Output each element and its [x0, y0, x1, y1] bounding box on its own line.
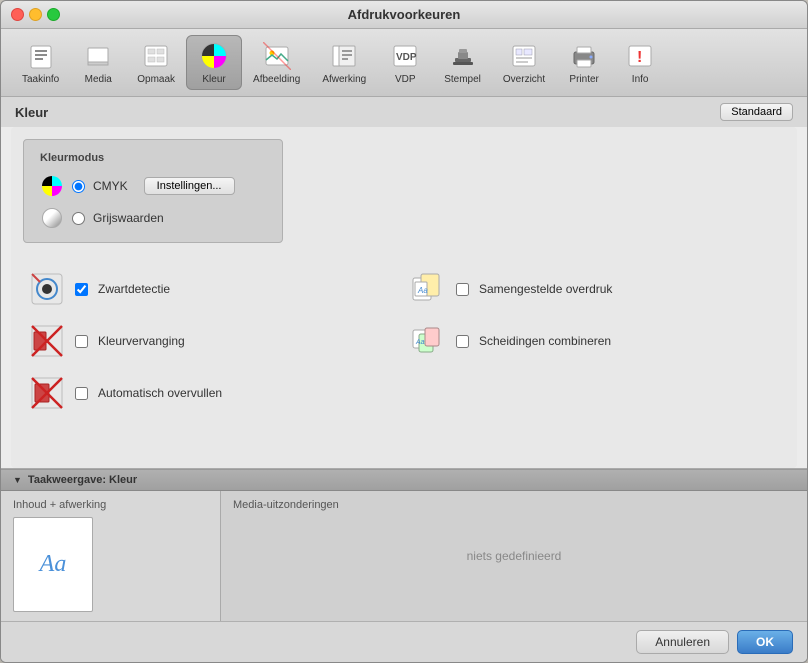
- grijswaarden-row: Grijswaarden: [40, 206, 266, 230]
- taakinfo-label: Taakinfo: [22, 74, 59, 85]
- kleurvervanging-checkbox[interactable]: [75, 335, 88, 348]
- panel-title: Kleur: [15, 105, 48, 120]
- zwartdetectie-icon: [29, 271, 65, 307]
- toolbar-item-info[interactable]: ! Info: [612, 35, 668, 90]
- kleur-icon: [198, 40, 230, 72]
- task-content: Inhoud + afwerking Aa Media-uitzondering…: [1, 491, 807, 621]
- kleur-label: Kleur: [202, 74, 225, 85]
- toolbar-item-kleur[interactable]: Kleur: [186, 35, 242, 90]
- grijswaarden-label: Grijswaarden: [93, 211, 164, 225]
- automatisch-overvullen-icon: [29, 375, 65, 411]
- task-header: ▼ Taakweergave: Kleur: [1, 469, 807, 491]
- task-section: ▼ Taakweergave: Kleur Inhoud + afwerking…: [1, 468, 807, 621]
- main-window: Afdrukvoorkeuren Taakinfo: [0, 0, 808, 663]
- svg-text:Aa: Aa: [417, 286, 428, 295]
- svg-text:!: !: [637, 49, 642, 66]
- afwerking-label: Afwerking: [322, 74, 366, 85]
- main-panel: Kleurmodus CMYK Instellingen... Grijswaa…: [11, 127, 797, 468]
- toolbar-item-opmaak[interactable]: Opmaak: [126, 35, 186, 90]
- undefined-text: niets gedefinieerd: [467, 549, 562, 563]
- opmaak-icon: [140, 40, 172, 72]
- info-icon: !: [624, 40, 656, 72]
- zwartdetectie-label: Zwartdetectie: [98, 282, 170, 296]
- preview-card: Aa: [13, 517, 93, 612]
- toolbar-item-taakinfo[interactable]: Taakinfo: [11, 35, 70, 90]
- vdp-icon: VDP: [389, 40, 421, 72]
- maximize-button[interactable]: [47, 8, 60, 21]
- kleurvervanging-row: Kleurvervanging: [23, 315, 404, 367]
- vdp-label: VDP: [395, 74, 416, 85]
- printer-icon: [568, 40, 600, 72]
- overzicht-label: Overzicht: [503, 74, 545, 85]
- cmyk-color-icon: [40, 174, 64, 198]
- overzicht-icon: [508, 40, 540, 72]
- window-controls: [11, 8, 60, 21]
- automatisch-overvullen-row: Automatisch overvullen: [23, 367, 404, 419]
- toolbar-item-media[interactable]: Media: [70, 35, 126, 90]
- toolbar-item-stempel[interactable]: Stempel: [433, 35, 492, 90]
- toolbar-item-printer[interactable]: Printer: [556, 35, 612, 90]
- toolbar-item-afbeelding[interactable]: Afbeelding: [242, 35, 311, 90]
- grijswaarden-radio[interactable]: [72, 212, 85, 225]
- scheidingen-combineren-label: Scheidingen combineren: [479, 334, 611, 348]
- toolbar-item-vdp[interactable]: VDP VDP: [377, 35, 433, 90]
- cmyk-radio[interactable]: [72, 180, 85, 193]
- kleurvervanging-icon: [29, 323, 65, 359]
- afbeelding-icon: [261, 40, 293, 72]
- scheidingen-combineren-checkbox[interactable]: [456, 335, 469, 348]
- media-icon: [82, 40, 114, 72]
- toolbar-item-overzicht[interactable]: Overzicht: [492, 35, 556, 90]
- zwartdetectie-checkbox[interactable]: [75, 283, 88, 296]
- task-right-panel: Media-uitzonderingen niets gedefinieerd: [221, 491, 807, 621]
- task-right-label: Media-uitzonderingen: [233, 499, 339, 511]
- kleurmodus-section: Kleurmodus CMYK Instellingen... Grijswaa…: [23, 139, 283, 243]
- standard-button[interactable]: Standaard: [720, 103, 793, 121]
- task-left-label: Inhoud + afwerking: [13, 499, 208, 511]
- samengestelde-overdruk-label: Samengestelde overdruk: [479, 282, 612, 296]
- samengestelde-overdruk-checkbox[interactable]: [456, 283, 469, 296]
- preview-text: Aa: [40, 551, 67, 578]
- taakinfo-icon: [25, 40, 57, 72]
- minimize-button[interactable]: [29, 8, 42, 21]
- info-label: Info: [632, 74, 649, 85]
- afwerking-icon: [328, 40, 360, 72]
- toolbar: Taakinfo Media Op: [1, 29, 807, 97]
- scheidingen-combineren-icon: Aa: [410, 323, 446, 359]
- options-grid: Zwartdetectie Aa Samengestelde overdruk: [23, 263, 785, 419]
- instellingen-button[interactable]: Instellingen...: [144, 177, 235, 195]
- kleurmodus-label: Kleurmodus: [40, 152, 266, 164]
- opmaak-label: Opmaak: [137, 74, 175, 85]
- svg-text:VDP: VDP: [396, 52, 417, 63]
- cmyk-row: CMYK Instellingen...: [40, 174, 266, 198]
- titlebar: Afdrukvoorkeuren: [1, 1, 807, 29]
- afbeelding-label: Afbeelding: [253, 74, 300, 85]
- automatisch-overvullen-label: Automatisch overvullen: [98, 386, 222, 400]
- kleurvervanging-label: Kleurvervanging: [98, 334, 185, 348]
- gray-color-icon: [40, 206, 64, 230]
- collapse-icon[interactable]: ▼: [13, 475, 22, 485]
- printer-label: Printer: [569, 74, 598, 85]
- stempel-label: Stempel: [444, 74, 481, 85]
- cancel-button[interactable]: Annuleren: [636, 630, 729, 654]
- panel-header: Kleur Standaard: [1, 97, 807, 127]
- svg-text:Aa: Aa: [415, 339, 425, 346]
- media-label: Media: [85, 74, 112, 85]
- task-left-panel: Inhoud + afwerking Aa: [1, 491, 221, 621]
- automatisch-overvullen-checkbox[interactable]: [75, 387, 88, 400]
- window-title: Afdrukvoorkeuren: [348, 7, 461, 22]
- zwartdetectie-row: Zwartdetectie: [23, 263, 404, 315]
- stempel-icon: [447, 40, 479, 72]
- samengestelde-overdruk-icon: Aa: [410, 271, 446, 307]
- ok-button[interactable]: OK: [737, 630, 793, 654]
- toolbar-item-afwerking[interactable]: Afwerking: [311, 35, 377, 90]
- task-header-title: Taakweergave: Kleur: [28, 474, 137, 486]
- samengestelde-overdruk-row: Aa Samengestelde overdruk: [404, 263, 785, 315]
- cmyk-label: CMYK: [93, 179, 128, 193]
- footer: Annuleren OK: [1, 621, 807, 662]
- scheidingen-combineren-row: Aa Scheidingen combineren: [404, 315, 785, 367]
- close-button[interactable]: [11, 8, 24, 21]
